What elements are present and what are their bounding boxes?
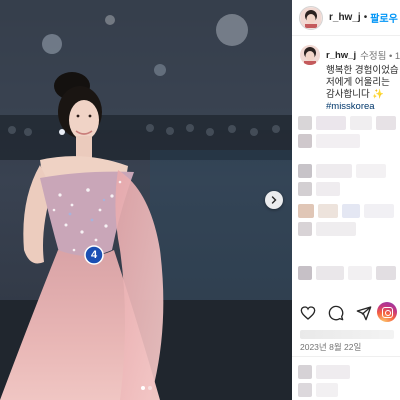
caption-line: 저에게 어울리는 [326, 77, 390, 88]
post-side-panel: r_hw_j • 팔로우 r_hw_j 수정됨 • 1 행복한 경험이었습 저에… [292, 0, 400, 400]
like-button[interactable] [300, 305, 316, 321]
caption: r_hw_j 수정됨 • 1 행복한 경험이었습 저에게 어울리는 감사합니다 … [300, 45, 400, 113]
follow-button[interactable]: 팔로우 [370, 10, 398, 25]
send-icon [356, 306, 372, 321]
instagram-badge-icon[interactable] [377, 302, 397, 322]
carousel-dot [147, 386, 152, 390]
post-date[interactable]: 2023년 8월 22일 [300, 341, 361, 353]
obscured-likes [300, 330, 394, 339]
header-username[interactable]: r_hw_j [329, 12, 361, 23]
caption-edited-label: 수정됨 • 1 [360, 51, 400, 62]
pageant-photo-illustration [0, 0, 292, 400]
avatar[interactable] [299, 5, 323, 30]
comment-button[interactable] [328, 305, 344, 321]
caption-avatar[interactable] [300, 45, 320, 65]
chevron-right-icon [271, 196, 277, 204]
caption-header: r_hw_j 수정됨 • 1 [300, 45, 400, 65]
heart-icon [300, 306, 316, 320]
carousel-indicator [0, 386, 292, 390]
caption-line: 감사합니다 ✨ [326, 89, 385, 100]
share-button[interactable] [356, 305, 372, 321]
post-header: r_hw_j • 팔로우 [292, 0, 400, 36]
profile-photo [301, 7, 321, 28]
instagram-post-view: 4 r_hw_j • 팔로우 r_hw_j 수정됨 • 1 행복한 경험이었습 … [0, 0, 400, 400]
header-separator: • [363, 12, 368, 23]
obscured-comment-box [292, 357, 400, 400]
obscured-comments [292, 108, 400, 296]
profile-photo [300, 45, 320, 65]
carousel-dot [140, 386, 145, 390]
comment-icon [328, 305, 344, 321]
post-photo[interactable]: 4 [0, 0, 292, 400]
caption-line: 행복한 경험이었습 [326, 65, 399, 76]
next-image-button[interactable] [265, 191, 283, 209]
caption-username[interactable]: r_hw_j [326, 50, 356, 61]
caption-text: 행복한 경험이었습 저에게 어울리는 감사합니다 ✨ #misskorea [326, 65, 400, 113]
contestant-number-badge: 4 [90, 249, 98, 261]
